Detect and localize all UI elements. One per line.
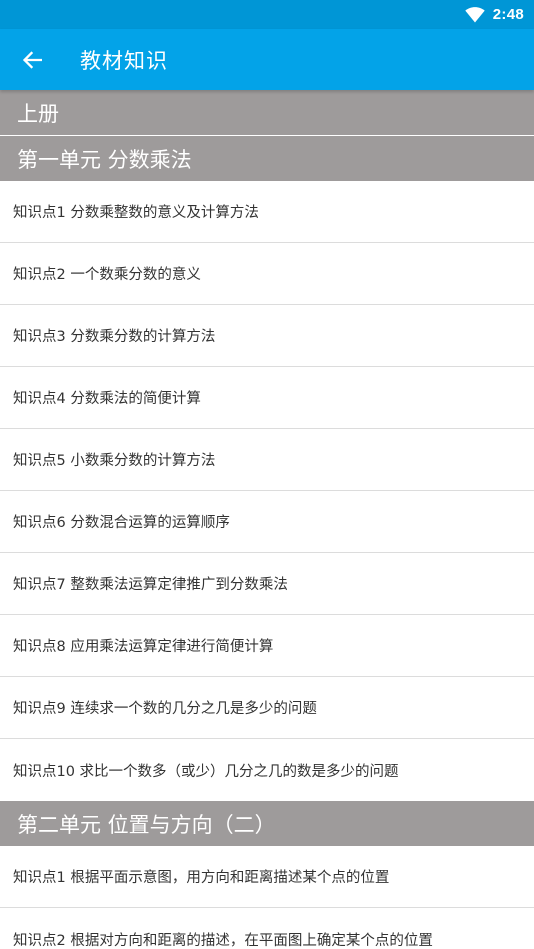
app-bar: 教材知识 xyxy=(0,29,534,90)
unit-header-1: 第一单元 分数乘法 xyxy=(0,136,534,181)
list-item[interactable]: 知识点7 整数乘法运算定律推广到分数乘法 xyxy=(0,553,534,615)
status-bar: 2:48 xyxy=(0,0,534,29)
unit-1-items: 知识点1 分数乘整数的意义及计算方法 知识点2 一个数乘分数的意义 知识点3 分… xyxy=(0,181,534,801)
list-item[interactable]: 知识点4 分数乘法的简便计算 xyxy=(0,367,534,429)
list-item[interactable]: 知识点6 分数混合运算的运算顺序 xyxy=(0,491,534,553)
volume-header: 上册 xyxy=(0,90,534,136)
wifi-icon xyxy=(465,6,485,23)
list-item[interactable]: 知识点1 分数乘整数的意义及计算方法 xyxy=(0,181,534,243)
list-item[interactable]: 知识点10 求比一个数多（或少）几分之几的数是多少的问题 xyxy=(0,739,534,801)
knowledge-list: 上册 第一单元 分数乘法 知识点1 分数乘整数的意义及计算方法 知识点2 一个数… xyxy=(0,90,534,949)
list-item[interactable]: 知识点9 连续求一个数的几分之几是多少的问题 xyxy=(0,677,534,739)
list-item[interactable]: 知识点2 一个数乘分数的意义 xyxy=(0,243,534,305)
page-title: 教材知识 xyxy=(80,48,168,73)
status-time: 2:48 xyxy=(492,6,524,23)
arrow-left-icon xyxy=(22,50,42,69)
list-item[interactable]: 知识点8 应用乘法运算定律进行简便计算 xyxy=(0,615,534,677)
back-button[interactable] xyxy=(0,29,64,90)
list-item[interactable]: 知识点5 小数乘分数的计算方法 xyxy=(0,429,534,491)
app-root: 2:48 教材知识 上册 第一单元 分数乘法 知识点1 分数乘整数的意义及计算方… xyxy=(0,0,534,949)
unit-header-2: 第二单元 位置与方向（二） xyxy=(0,801,534,846)
list-item[interactable]: 知识点3 分数乘分数的计算方法 xyxy=(0,305,534,367)
list-item[interactable]: 知识点1 根据平面示意图，用方向和距离描述某个点的位置 xyxy=(0,846,534,908)
unit-2-items: 知识点1 根据平面示意图，用方向和距离描述某个点的位置 知识点2 根据对方向和距… xyxy=(0,846,534,949)
list-item[interactable]: 知识点2 根据对方向和距离的描述，在平面图上确定某个点的位置 xyxy=(0,908,534,949)
